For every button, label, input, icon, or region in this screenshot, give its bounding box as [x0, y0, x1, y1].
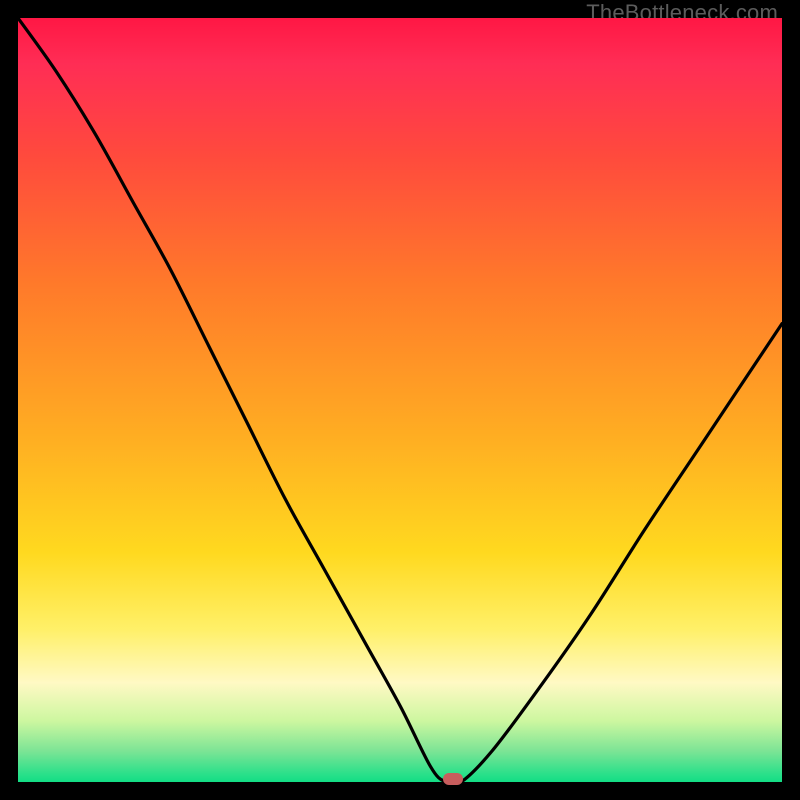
optimal-point-marker: [443, 773, 463, 785]
bottleneck-curve: [18, 18, 782, 782]
plot-area: [18, 18, 782, 782]
chart-frame: TheBottleneck.com: [0, 0, 800, 800]
